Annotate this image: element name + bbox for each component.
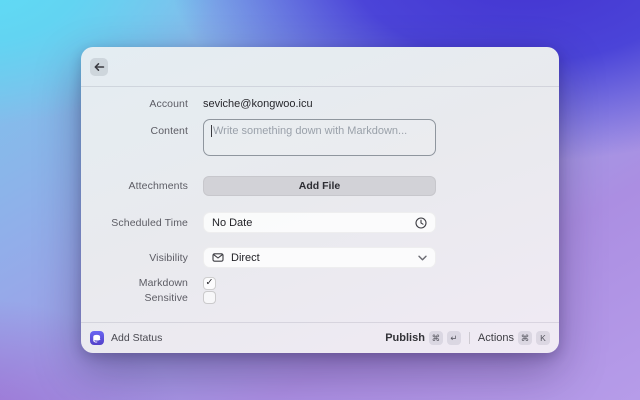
window-header [81, 47, 559, 87]
scheduled-time-row: Scheduled Time No Date [81, 212, 559, 233]
footer-divider [468, 332, 470, 344]
clock-icon [415, 216, 427, 229]
markdown-row: Markdown ✓ [81, 276, 559, 290]
markdown-label: Markdown [138, 277, 188, 289]
window-footer: Add Status Publish ⌘ ↵ Actions ⌘ K [81, 322, 559, 353]
chevron-down-icon [418, 255, 427, 261]
account-value: seviche@kongwoo.icu [203, 98, 313, 110]
envelope-icon [212, 252, 224, 263]
markdown-checkbox[interactable]: ✓ [203, 276, 216, 290]
account-row: Account seviche@kongwoo.icu [81, 96, 559, 112]
content-label: Content [150, 125, 188, 137]
cmd-keycap: ⌘ [428, 331, 443, 345]
check-icon: ✓ [205, 277, 214, 289]
account-label: Account [149, 98, 188, 110]
sensitive-label: Sensitive [144, 291, 188, 304]
cmd-keycap: ⌘ [518, 331, 532, 345]
publish-button[interactable]: Publish ⌘ ↵ [385, 331, 461, 345]
scheduled-time-picker[interactable]: No Date [203, 212, 436, 233]
visibility-dropdown[interactable]: Direct [203, 247, 436, 268]
text-cursor [211, 125, 212, 137]
add-file-button[interactable]: Add File [203, 176, 436, 196]
content-row: Content Write something down with Markdo… [81, 119, 559, 156]
content-input[interactable]: Write something down with Markdown... [203, 119, 436, 156]
publish-label: Publish [385, 332, 425, 344]
raycast-window: Account seviche@kongwoo.icu Content Writ… [81, 47, 559, 353]
sensitive-checkbox[interactable] [203, 291, 216, 304]
sensitive-row: Sensitive [81, 291, 559, 305]
footer-actions: Publish ⌘ ↵ Actions ⌘ K [385, 331, 550, 345]
enter-keycap: ↵ [446, 331, 461, 345]
command-name: Add Status [111, 332, 163, 344]
status-form: Account seviche@kongwoo.icu Content Writ… [81, 88, 559, 322]
attachments-label: Attechments [128, 180, 188, 192]
visibility-value: Direct [231, 251, 260, 264]
back-button[interactable] [90, 58, 108, 76]
desktop-background: Account seviche@kongwoo.icu Content Writ… [0, 0, 640, 400]
actions-button[interactable]: Actions ⌘ K [478, 331, 550, 345]
content-placeholder: Write something down with Markdown... [213, 125, 408, 137]
actions-label: Actions [477, 332, 514, 344]
visibility-label: Visibility [149, 251, 188, 264]
visibility-row: Visibility Direct [81, 247, 559, 268]
scheduled-time-value: No Date [212, 216, 253, 229]
mastodon-icon [90, 331, 104, 345]
scheduled-time-label: Scheduled Time [111, 216, 188, 229]
arrow-left-icon [94, 62, 105, 72]
k-keycap: K [536, 331, 550, 345]
attachments-row: Attechments Add File [81, 176, 559, 196]
